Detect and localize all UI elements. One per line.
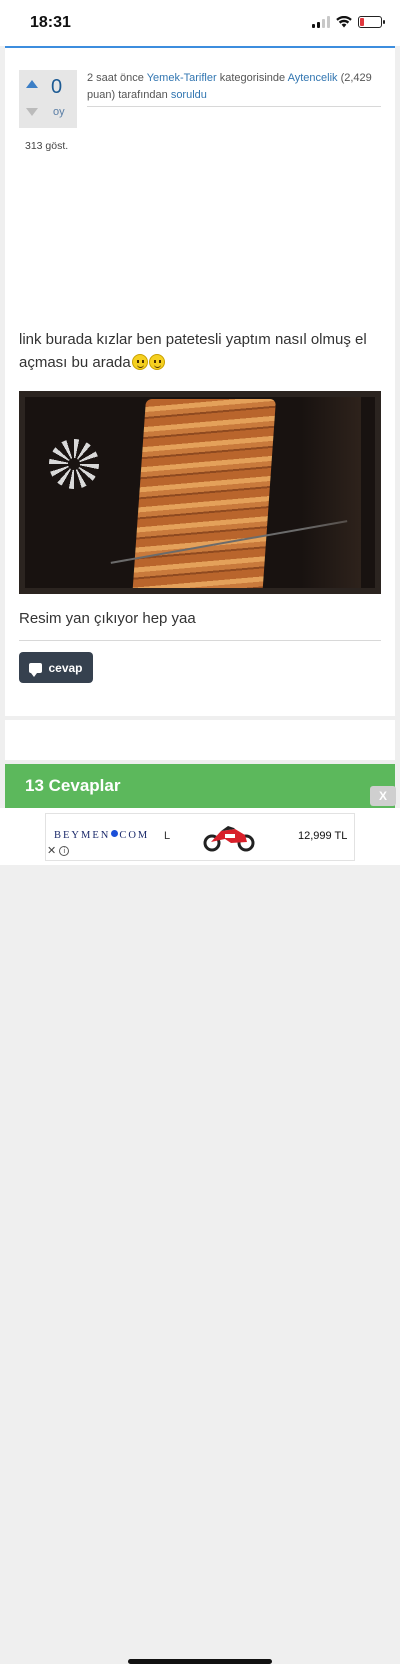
meta-category-suffix: kategorisinde	[219, 72, 286, 84]
divider	[19, 640, 381, 641]
question-caption: Resim yan çıkıyor hep yaa	[19, 610, 196, 627]
battery-icon	[358, 16, 385, 28]
ad-size-letter: L	[164, 830, 171, 842]
vote-label: oy	[53, 106, 65, 118]
author-link[interactable]: Aytencelik	[288, 72, 338, 84]
motorcycle-icon	[203, 826, 255, 852]
question-text: link burada kızlar ben patetesli yaptım …	[19, 331, 367, 371]
ad-brand: BEYMEN	[54, 830, 111, 841]
category-link[interactable]: Yemek-Tarifler	[147, 72, 217, 84]
home-indicator	[128, 1659, 272, 1664]
ad-info-icon[interactable]: i	[59, 845, 70, 856]
status-time: 18:31	[30, 14, 71, 31]
upvote-arrow-icon[interactable]	[26, 80, 38, 88]
vote-count: 0	[51, 76, 63, 98]
question-photo[interactable]	[19, 391, 381, 594]
question-body: link burada kızlar ben patetesli yaptım …	[19, 328, 379, 374]
answers-title: 13 Cevaplar	[25, 776, 121, 795]
view-count: 313 göst.	[25, 140, 69, 152]
vote-box: 0 oy	[19, 70, 77, 128]
signal-icon	[312, 16, 330, 28]
meta-by-text: tarafından	[118, 89, 168, 101]
smile-emoji-icon	[148, 354, 165, 370]
ad-controls: ✕ i	[47, 844, 70, 857]
tongue-emoji-icon	[131, 354, 148, 370]
spacer-card	[5, 720, 395, 760]
chat-bubble-icon	[29, 662, 43, 677]
question-meta: 2 saat önce Yemek-Tarifler kategorisinde…	[87, 70, 381, 107]
status-icons	[312, 16, 385, 28]
ad-brand-suffix: COM	[119, 830, 150, 841]
ad-dismiss-icon[interactable]: ✕	[47, 844, 56, 857]
ad-close-button[interactable]: X	[370, 786, 396, 806]
oven-frame-shape	[19, 391, 381, 594]
asked-link[interactable]: soruldu	[171, 89, 207, 101]
ad-banner[interactable]: BEYMEN COM L 12,999 TL ✕ i	[0, 808, 400, 1664]
reply-button[interactable]: cevap	[19, 652, 93, 683]
question-card: 0 oy 2 saat önce Yemek-Tarifler kategori…	[5, 46, 395, 716]
ad-brand-logo: BEYMEN COM	[54, 830, 149, 841]
reply-button-label: cevap	[48, 660, 83, 675]
ad-content[interactable]: BEYMEN COM L 12,999 TL	[45, 813, 355, 861]
answers-header: 13 Cevaplar	[5, 764, 395, 808]
brand-dot-icon	[111, 830, 119, 837]
downvote-arrow-icon[interactable]	[26, 108, 38, 116]
meta-time: 2 saat önce	[87, 72, 144, 84]
ad-price: 12,999 TL	[298, 830, 348, 842]
wifi-icon	[336, 16, 352, 28]
status-bar: 18:31	[0, 0, 400, 46]
